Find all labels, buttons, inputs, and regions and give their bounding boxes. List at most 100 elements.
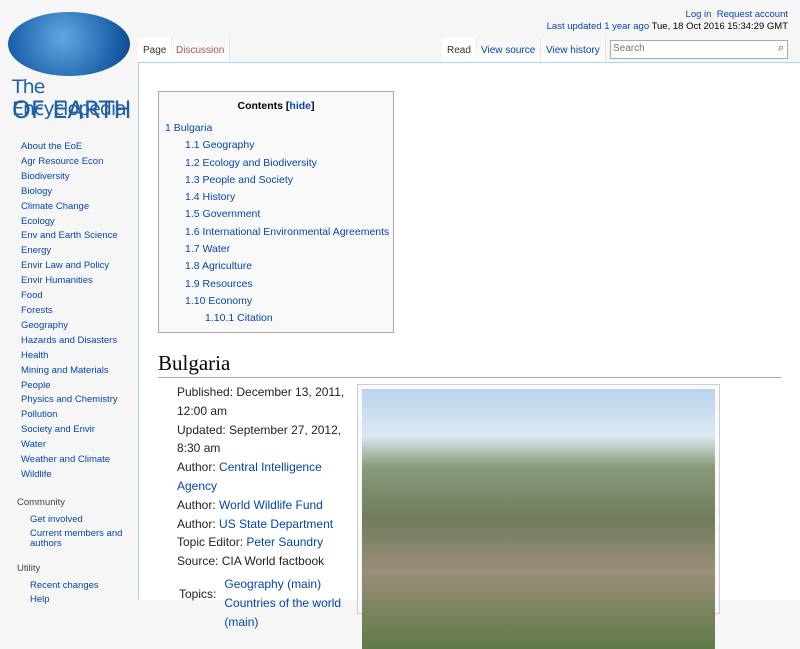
toc-number: 1.3	[185, 173, 200, 186]
toc-number: 1	[165, 122, 171, 134]
sidebar-item[interactable]: Mining and Materials	[0, 364, 138, 379]
sidebar-item[interactable]: People	[0, 379, 138, 394]
toc-item[interactable]: 1.4 History	[165, 189, 393, 206]
author-label: Author:	[177, 497, 216, 512]
search-icon[interactable]: ⌕	[778, 42, 784, 55]
sidebar-item[interactable]: About the EoE	[0, 140, 138, 155]
toc-text: Water	[202, 243, 231, 256]
table-of-contents: Contents [hide] 1 Bulgaria 1.1 Geography 1…	[158, 91, 394, 333]
tab-discussion[interactable]: Discussion	[171, 38, 231, 62]
request-account-link[interactable]: Request account	[717, 9, 788, 20]
sidebar-item[interactable]: Ecology	[0, 215, 138, 230]
author-link[interactable]: US State Department	[219, 517, 333, 531]
toc-text: Ecology and Biodiversity	[202, 156, 317, 169]
published: Published: December 13, 2011, 12:00 am	[177, 385, 345, 418]
toc-item[interactable]: 1.5 Government	[165, 206, 393, 223]
topic-link[interactable]: Countries of the world (main)	[224, 594, 362, 632]
article-meta: Published: December 13, 2011, 12:00 am U…	[177, 383, 362, 631]
topic-link[interactable]: Geography (main)	[224, 575, 362, 594]
toc-number: 1.6	[185, 225, 200, 238]
toc-number: 1.8	[185, 260, 200, 273]
toc-item[interactable]: 1.9 Resources	[165, 276, 393, 293]
toc-number: 1.4	[185, 191, 200, 204]
sidebar-item[interactable]: Climate Change	[0, 200, 138, 215]
utility-heading: Utility	[17, 562, 41, 574]
toc-number: 1.10.1	[205, 312, 235, 325]
sidebar-item[interactable]: Energy	[0, 244, 138, 259]
toc-text: Geography	[202, 139, 255, 152]
toc-text: Resources	[202, 277, 253, 290]
toc-item[interactable]: 1.3 People and Society	[165, 172, 393, 189]
toc-number: 1.5	[185, 208, 200, 221]
sidebar-item[interactable]: Weather and Climate	[0, 453, 138, 468]
editor-link[interactable]: Peter Saundry	[246, 535, 323, 549]
sidebar-item[interactable]: Biodiversity	[0, 170, 138, 185]
toc-text: Economy	[208, 294, 253, 307]
sidebar-item[interactable]: Envir Law and Policy	[0, 259, 138, 274]
author-label: Author:	[177, 460, 216, 475]
sidebar-item[interactable]: Hazards and Disasters	[0, 334, 138, 349]
toc-item[interactable]: 1.6 International Environmental Agreemen…	[165, 224, 393, 241]
tab-read[interactable]: Read	[442, 38, 477, 62]
toc-hide-link[interactable]: hide	[289, 100, 311, 112]
sidebar-item[interactable]: Society and Envir	[0, 423, 138, 438]
sidebar-item[interactable]: Food	[0, 289, 138, 304]
author-label: Author:	[177, 516, 216, 531]
logo-text: OF EARTH	[12, 96, 132, 124]
last-updated-date: Tue, 18 Oct 2016 15:34:29 GMT	[651, 21, 788, 32]
source: Source: CIA World factbook	[177, 554, 325, 569]
tab-view-source[interactable]: View source	[476, 38, 542, 62]
sidebar-item[interactable]: Get involved	[0, 514, 138, 525]
sidebar-item[interactable]: Pollution	[0, 408, 138, 423]
author-link[interactable]: World Wildlife Fund	[219, 498, 323, 512]
sidebar-item[interactable]: Forests	[0, 304, 138, 319]
toc-item[interactable]: 1.7 Water	[165, 241, 393, 258]
tab-page[interactable]: Page	[138, 38, 173, 62]
sidebar-item[interactable]: Wildlife	[0, 468, 138, 483]
toc-text: Bulgaria	[173, 122, 213, 134]
toc-number: 1.7	[185, 243, 200, 256]
topics-label: Topics:	[179, 586, 217, 601]
sidebar-item[interactable]: Agr Resource Econ	[0, 155, 138, 170]
toc-number: 1.2	[185, 156, 200, 169]
updated: Updated: September 27, 2012, 8:30 am	[177, 422, 342, 456]
search-box: ⌕	[610, 40, 788, 59]
toc-text: People and Society	[202, 173, 294, 186]
sidebar-item[interactable]: Biology	[0, 185, 138, 200]
last-updated-link[interactable]: Last updated 1 year ago	[547, 21, 649, 32]
login-link[interactable]: Log in	[686, 9, 712, 20]
personal-tools: Log in Request account Last updated 1 ye…	[547, 9, 788, 33]
sidebar-item[interactable]: Current members and authors	[0, 528, 138, 549]
sidebar-item[interactable]: Recent changes	[0, 580, 138, 591]
sidebar-item[interactable]: Env and Earth Science	[0, 229, 138, 244]
toc-text: History	[202, 191, 236, 204]
sidebar-item[interactable]: Water	[0, 438, 138, 453]
toc-number: 1.1	[185, 139, 200, 152]
content: Contents [hide] 1 Bulgaria 1.1 Geography 1…	[138, 62, 800, 649]
logo[interactable]: The Encyclopedia OF EARTH	[6, 12, 132, 124]
toc-number: 1.10	[185, 294, 206, 307]
sidebar: About the EoE Agr Resource Econ Biodiversi…	[0, 140, 138, 609]
toc-number: 1.9	[185, 277, 200, 290]
toc-title: Contents	[237, 100, 283, 112]
editor-label: Topic Editor:	[177, 535, 244, 550]
toc-text: Citation	[237, 312, 273, 325]
tab-view-history[interactable]: View history	[541, 38, 606, 62]
toc-item[interactable]: 1.10 Economy	[165, 293, 393, 310]
city-photo	[362, 389, 715, 649]
article-image[interactable]	[357, 384, 720, 649]
toc-item[interactable]: 1.8 Agriculture	[165, 258, 393, 275]
toc-item[interactable]: 1.2 Ecology and Biodiversity	[165, 155, 393, 172]
toc-item[interactable]: 1 Bulgaria	[165, 120, 393, 137]
sidebar-item[interactable]: Geography	[0, 319, 138, 334]
sidebar-item[interactable]: Envir Humanities	[0, 274, 138, 289]
toc-text: Agriculture	[201, 260, 253, 273]
toc-text: International Environmental Agreements	[202, 225, 390, 238]
page-title: Bulgaria	[158, 351, 781, 378]
sidebar-item[interactable]: Physics and Chemistry	[0, 393, 138, 408]
search-input[interactable]	[611, 41, 765, 56]
sidebar-item[interactable]: Health	[0, 349, 138, 364]
toc-item[interactable]: 1.10.1 Citation	[165, 310, 393, 327]
toc-item[interactable]: 1.1 Geography	[165, 137, 393, 154]
toc-text: Government	[202, 208, 261, 221]
